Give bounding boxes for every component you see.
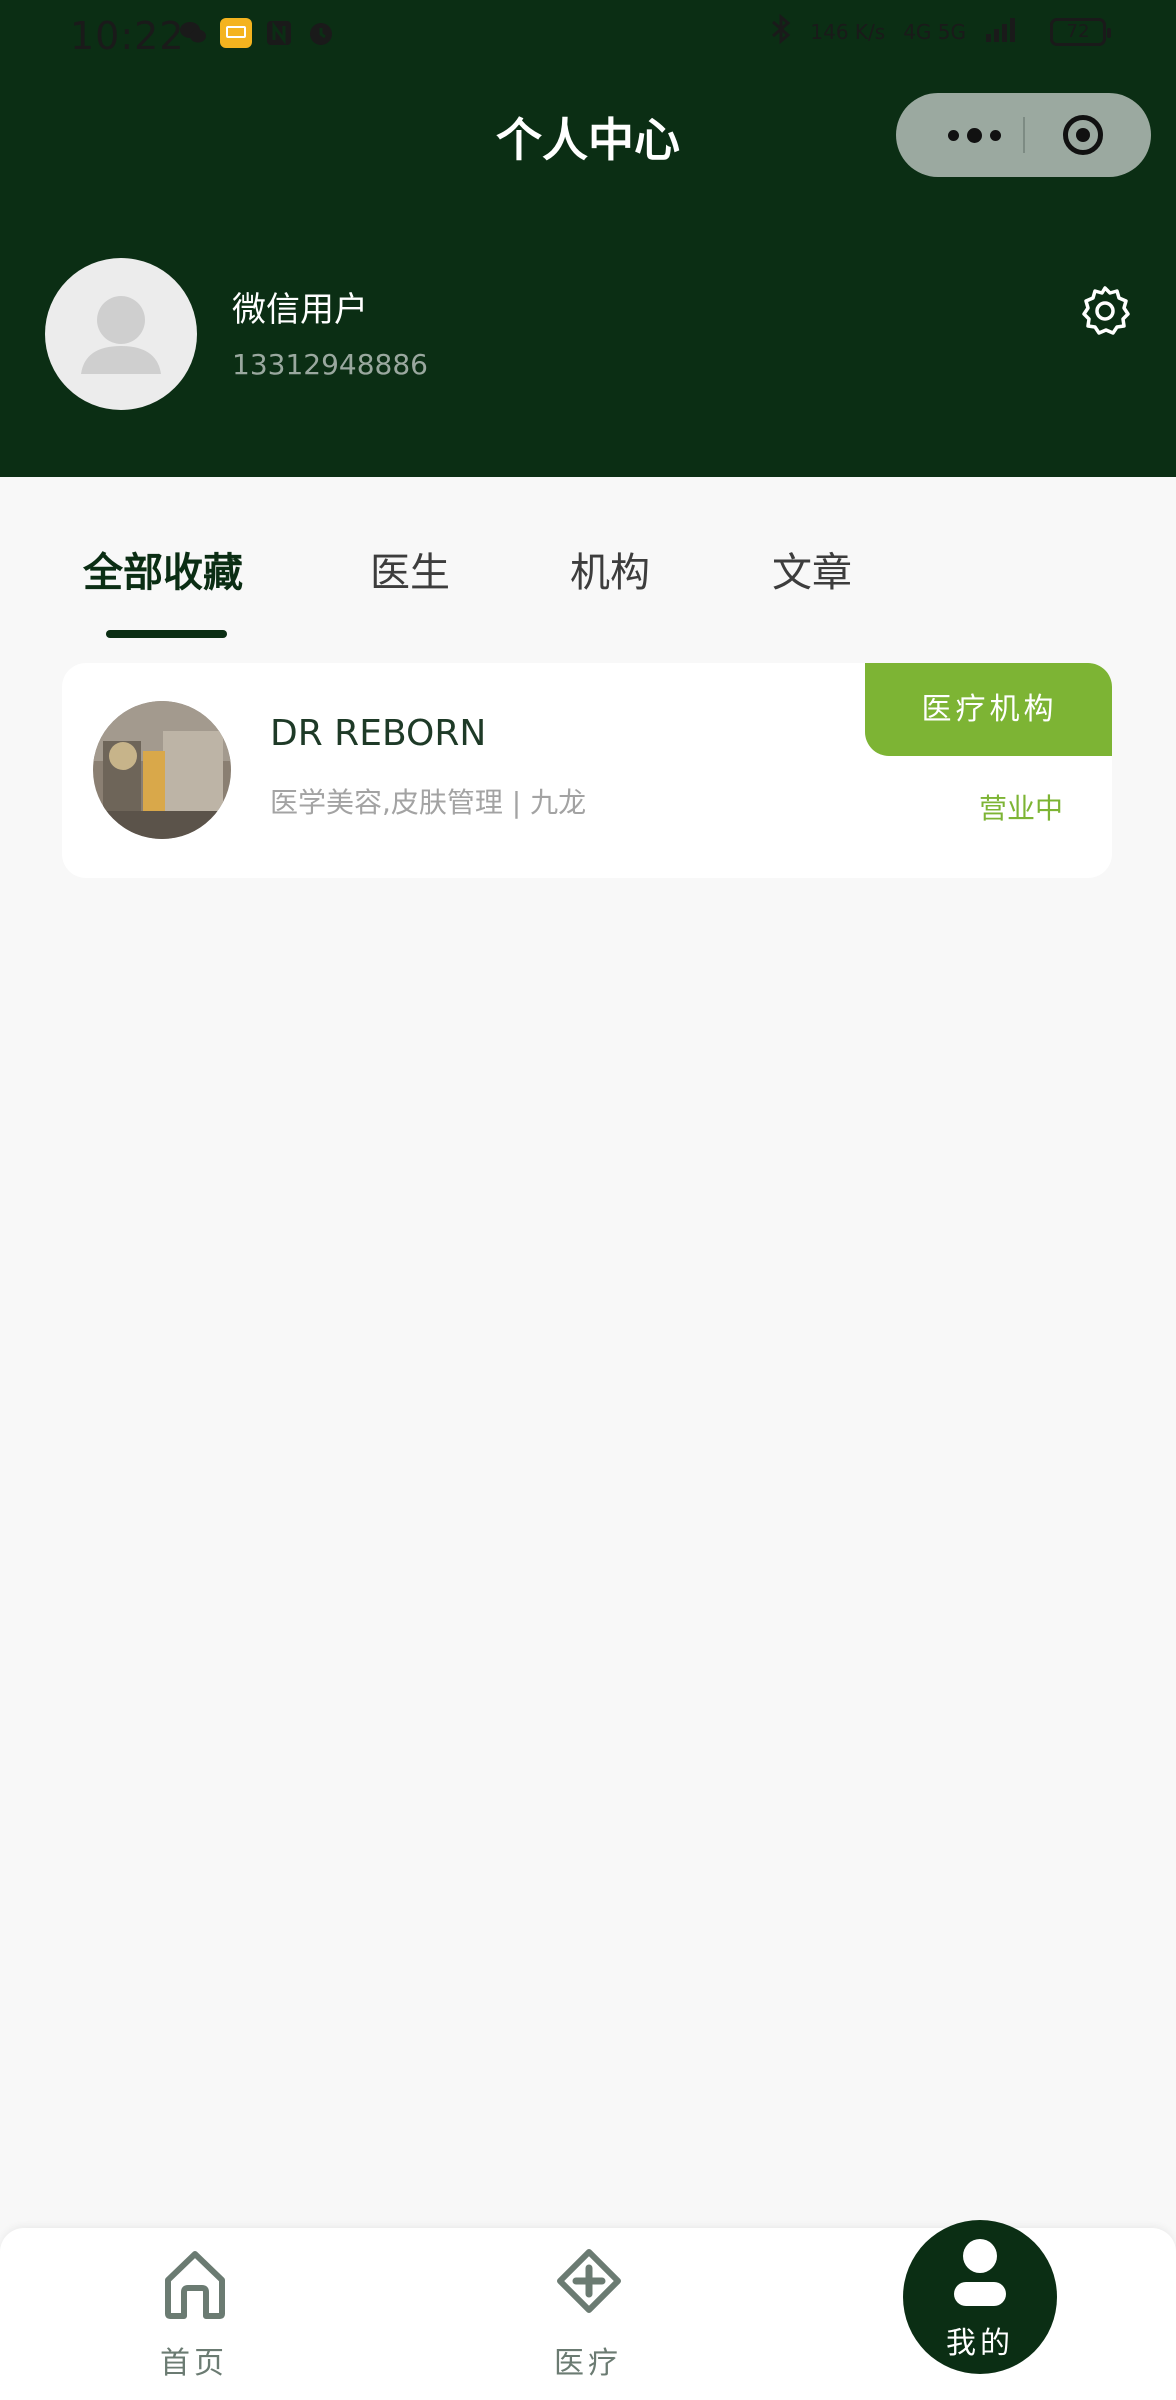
bluetooth-icon xyxy=(770,13,792,49)
tab-all-favorites[interactable]: 全部收藏 xyxy=(83,540,243,598)
active-tab-indicator xyxy=(106,630,227,638)
status-left-icons xyxy=(178,18,336,48)
more-dot-icon xyxy=(989,129,1001,141)
more-dot-icon xyxy=(966,127,982,143)
status-bar: 10:22 146 K/s 4G 5G 72 xyxy=(0,0,1176,70)
nav-me[interactable]: 我的 xyxy=(903,2220,1057,2374)
nav-home[interactable]: 首页 xyxy=(94,2228,294,2400)
business-status: 营业中 xyxy=(979,792,1064,825)
institution-thumbnail xyxy=(93,701,231,839)
favorite-card[interactable]: DR REBORN 医学美容,皮肤管理 | 九龙 医疗机构 营业中 xyxy=(62,663,1112,878)
network-speed: 146 K/s xyxy=(810,19,886,44)
card-title: DR REBORN xyxy=(270,713,487,754)
medical-cross-icon xyxy=(557,2249,621,2313)
tab-institutions[interactable]: 机构 xyxy=(570,540,650,598)
category-badge: 医疗机构 xyxy=(865,663,1112,756)
network-type: 4G 5G xyxy=(903,19,966,44)
tab-doctors[interactable]: 医生 xyxy=(370,540,450,598)
message-icon xyxy=(220,18,252,48)
user-phone: 13312948886 xyxy=(232,348,428,381)
tab-articles[interactable]: 文章 xyxy=(772,540,852,598)
mini-program-capsule xyxy=(896,93,1151,177)
nav-home-label: 首页 xyxy=(160,2346,228,2381)
card-subtitle: 医学美容,皮肤管理 | 九龙 xyxy=(270,786,587,819)
user-icon xyxy=(954,2239,1006,2306)
gear-icon xyxy=(1082,286,1130,335)
status-time: 10:22 xyxy=(70,14,185,58)
header: 10:22 146 K/s 4G 5G 72 个人中心 微信用户 1331294… xyxy=(0,0,1176,477)
close-miniprogram-icon[interactable] xyxy=(1063,115,1103,155)
nav-me-label: 我的 xyxy=(946,2326,1014,2361)
capsule-divider xyxy=(1023,117,1025,153)
default-avatar-icon xyxy=(81,296,161,374)
alarm-icon xyxy=(306,18,336,48)
signal-icon xyxy=(984,14,1032,49)
wechat-icon xyxy=(178,18,208,48)
home-icon xyxy=(165,2251,225,2319)
nfc-icon xyxy=(264,18,294,48)
settings-button[interactable] xyxy=(1078,284,1132,338)
avatar[interactable] xyxy=(45,258,197,410)
more-dot-icon xyxy=(947,129,959,141)
favorite-tabs: 全部收藏 医生 机构 文章 xyxy=(0,540,1176,630)
nav-medical[interactable]: 医疗 xyxy=(488,2228,688,2400)
battery-icon: 72 xyxy=(1050,17,1111,46)
nav-medical-label: 医疗 xyxy=(554,2346,622,2381)
page: 10:22 146 K/s 4G 5G 72 个人中心 微信用户 1331294… xyxy=(0,0,1176,2400)
more-button[interactable] xyxy=(936,123,1012,147)
user-name: 微信用户 xyxy=(232,290,368,330)
status-right: 146 K/s 4G 5G 72 xyxy=(770,13,1111,49)
